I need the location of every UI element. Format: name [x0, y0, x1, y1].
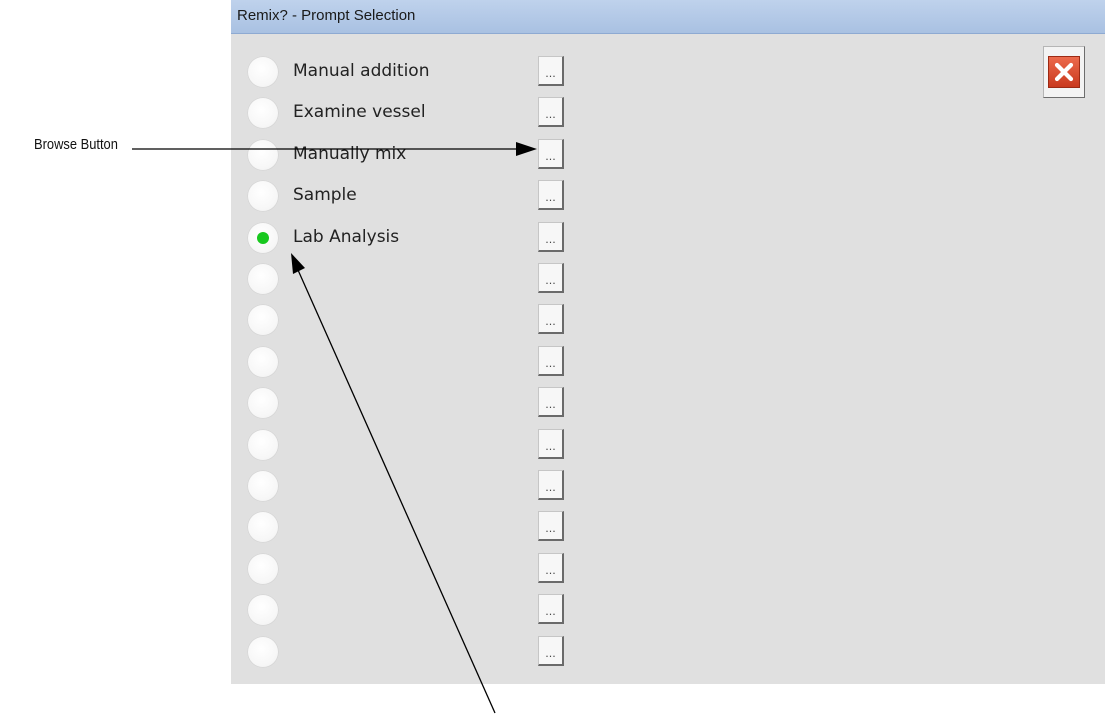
prompt-row: ...	[231, 591, 571, 631]
browse-button[interactable]: ...	[538, 222, 564, 252]
prompt-row: ...	[231, 343, 571, 383]
prompt-row: Lab Analysis...	[231, 219, 571, 259]
prompt-row: ...	[231, 384, 571, 424]
prompt-label: Sample	[293, 185, 357, 205]
close-icon	[1048, 56, 1080, 88]
prompt-radio[interactable]	[247, 636, 279, 668]
prompt-row: ...	[231, 467, 571, 507]
prompt-radio[interactable]	[247, 180, 279, 212]
browse-button[interactable]: ...	[538, 304, 564, 334]
prompt-radio[interactable]	[247, 346, 279, 378]
prompt-label: Examine vessel	[293, 102, 426, 122]
browse-button[interactable]: ...	[538, 511, 564, 541]
prompt-radio[interactable]	[247, 56, 279, 88]
prompt-radio[interactable]	[247, 594, 279, 626]
prompt-radio[interactable]	[247, 553, 279, 585]
prompt-selection-dialog: Remix? - Prompt Selection Manual additio…	[231, 0, 1105, 684]
browse-button[interactable]: ...	[538, 553, 564, 583]
prompt-radio[interactable]	[247, 222, 279, 254]
prompt-row: Sample...	[231, 177, 571, 217]
browse-button[interactable]: ...	[538, 346, 564, 376]
prompt-row: ...	[231, 426, 571, 466]
selected-dot-icon	[257, 232, 269, 244]
browse-button[interactable]: ...	[538, 594, 564, 624]
browse-button[interactable]: ...	[538, 429, 564, 459]
browse-button[interactable]: ...	[538, 470, 564, 500]
prompt-radio[interactable]	[247, 263, 279, 295]
prompt-label: Manually mix	[293, 144, 407, 164]
prompt-radio[interactable]	[247, 304, 279, 336]
prompt-radio[interactable]	[247, 470, 279, 502]
browse-button[interactable]: ...	[538, 56, 564, 86]
prompt-radio[interactable]	[247, 429, 279, 461]
prompt-label: Lab Analysis	[293, 227, 400, 247]
prompt-row: Manual addition...	[231, 53, 571, 93]
browse-button[interactable]: ...	[538, 97, 564, 127]
prompt-radio[interactable]	[247, 97, 279, 129]
prompt-label: Manual addition	[293, 61, 430, 81]
prompt-row: Examine vessel...	[231, 94, 571, 134]
prompt-row: ...	[231, 508, 571, 548]
window-title: Remix? - Prompt Selection	[237, 7, 416, 24]
prompt-row: ...	[231, 633, 571, 673]
close-button[interactable]	[1043, 46, 1085, 98]
browse-button[interactable]: ...	[538, 263, 564, 293]
prompt-row: Manually mix...	[231, 136, 571, 176]
title-bar: Remix? - Prompt Selection	[231, 0, 1105, 34]
prompt-row: ...	[231, 301, 571, 341]
browse-button[interactable]: ...	[538, 139, 564, 169]
prompt-row: ...	[231, 260, 571, 300]
prompt-radio[interactable]	[247, 139, 279, 171]
browse-button-callout: Browse Button	[34, 136, 118, 153]
prompt-radio[interactable]	[247, 511, 279, 543]
prompt-radio[interactable]	[247, 387, 279, 419]
browse-button[interactable]: ...	[538, 387, 564, 417]
browse-button[interactable]: ...	[538, 636, 564, 666]
prompt-row: ...	[231, 550, 571, 590]
browse-button[interactable]: ...	[538, 180, 564, 210]
